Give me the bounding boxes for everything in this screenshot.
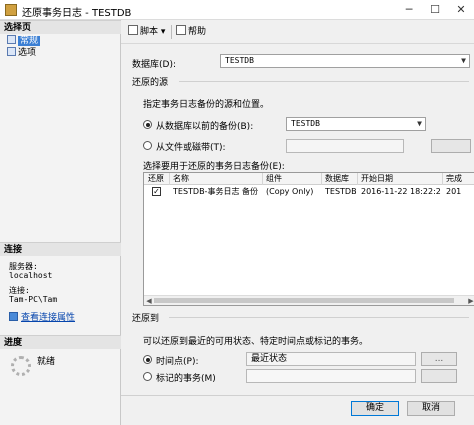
page-icon	[7, 35, 16, 44]
cell-start-date: 2016-11-22 18:22:28	[361, 187, 441, 196]
window-title: 还原事务日志 - TESTDB	[22, 8, 132, 19]
column-separator	[442, 173, 443, 185]
backup-sets-grid: 还原 名称 组件 数据库 开始日期 完成 ✓ TESTDB-事务日志 备份 (C…	[143, 172, 474, 306]
script-label: 脚本	[140, 27, 159, 37]
column-separator	[169, 173, 170, 185]
progress-header: 进度	[0, 335, 121, 349]
script-button[interactable]: 脚本 ▾	[128, 25, 165, 39]
from-previous-backup-radio[interactable]	[143, 120, 152, 129]
from-file-label: 从文件或磁带(T):	[156, 143, 226, 153]
from-file-radio[interactable]	[143, 141, 152, 150]
view-connection-properties-link[interactable]: 查看连接属性	[9, 310, 75, 323]
database-select[interactable]: TESTDB ▼	[220, 54, 470, 68]
app-icon	[5, 4, 17, 16]
ok-button[interactable]: 确定	[351, 401, 399, 416]
connection-value: Tam-PC\Tam	[9, 295, 58, 304]
source-group-title: 还原的源	[132, 78, 169, 88]
properties-icon	[9, 312, 18, 321]
progress-status: 就绪	[37, 357, 56, 367]
table-row[interactable]: ✓ TESTDB-事务日志 备份 (Copy Only) TESTDB 2016…	[144, 185, 474, 198]
help-label: 帮助	[188, 27, 207, 37]
cell-database: TESTDB	[325, 187, 357, 196]
script-icon	[128, 25, 138, 35]
page-icon	[7, 47, 16, 56]
restore-to-instruction: 可以还原到最近的可用状态、特定时间点或标记的事务。	[143, 337, 369, 347]
column-header-name[interactable]: 名称	[173, 173, 189, 185]
chevron-down-icon: ▼	[417, 119, 422, 128]
point-in-time-label: 时间点(P):	[156, 357, 199, 367]
minimize-button[interactable]: ─	[396, 0, 422, 20]
marked-transaction-label: 标记的事务(M)	[156, 374, 216, 384]
from-previous-backup-label: 从数据库以前的备份(B):	[156, 122, 254, 132]
column-separator	[357, 173, 358, 185]
file-browse-button[interactable]	[431, 139, 471, 153]
main-panel: 脚本 ▾ 帮助 数据库(D): TESTDB ▼ 还原的源 指定事务日志备份的源和…	[121, 20, 474, 395]
grid-header: 还原 名称 组件 数据库 开始日期 完成	[144, 173, 474, 185]
file-path-input[interactable]	[286, 139, 404, 153]
close-button[interactable]: ✕	[448, 0, 474, 20]
source-group-divider	[179, 81, 469, 82]
restore-to-group-title: 还原到	[132, 314, 160, 324]
toolbar-separator	[171, 25, 172, 39]
restore-checkbox[interactable]: ✓	[152, 187, 161, 196]
page-item-general[interactable]: 常规	[7, 35, 41, 47]
connection-header: 连接	[0, 242, 121, 256]
cell-component: (Copy Only)	[266, 187, 314, 196]
scroll-left-icon[interactable]: ◀	[144, 296, 154, 305]
column-header-database[interactable]: 数据库	[325, 173, 349, 185]
source-instruction: 指定事务日志备份的源和位置。	[143, 100, 270, 110]
backup-sets-label: 选择要用于还原的事务日志备份(E):	[143, 162, 285, 172]
marked-transaction-browse-button[interactable]	[421, 369, 457, 383]
help-button[interactable]: 帮助	[176, 25, 206, 39]
dialog-footer: 确定 取消	[121, 395, 474, 425]
column-header-start-date[interactable]: 开始日期	[361, 173, 393, 185]
marked-transaction-input[interactable]	[246, 369, 416, 383]
server-value: localhost	[9, 271, 53, 280]
select-page-header: 选择页	[0, 20, 121, 34]
point-in-time-input[interactable]: 最近状态	[246, 352, 416, 366]
column-header-finish[interactable]: 完成	[446, 173, 474, 185]
scrollbar-thumb[interactable]	[154, 298, 454, 303]
title-bar: 还原事务日志 - TESTDB ─ ☐ ✕	[0, 0, 474, 20]
toolbar: 脚本 ▾ 帮助	[121, 20, 474, 44]
progress-spinner-icon	[11, 356, 31, 376]
help-icon	[176, 25, 186, 35]
previous-backup-select[interactable]: TESTDB ▼	[286, 117, 426, 131]
chevron-down-icon: ▼	[461, 56, 466, 65]
horizontal-scrollbar[interactable]: ◀ ▶	[144, 295, 474, 305]
maximize-button[interactable]: ☐	[422, 0, 448, 20]
database-label: 数据库(D):	[132, 60, 176, 70]
column-header-restore[interactable]: 还原	[148, 173, 164, 185]
view-connection-properties-label: 查看连接属性	[21, 313, 76, 323]
page-item-label: 常规	[18, 36, 41, 46]
page-item-label: 选项	[18, 48, 37, 58]
scroll-right-icon[interactable]: ▶	[466, 296, 474, 305]
cell-name: TESTDB-事务日志 备份	[173, 187, 258, 196]
column-header-component[interactable]: 组件	[266, 173, 282, 185]
left-pane: 选择页 常规 选项 连接 服务器: localhost 连接: Tam-PC\T…	[0, 20, 121, 425]
marked-transaction-radio[interactable]	[143, 372, 152, 381]
column-separator	[321, 173, 322, 185]
point-in-time-radio[interactable]	[143, 355, 152, 364]
page-item-options[interactable]: 选项	[7, 47, 36, 59]
restore-to-group-divider	[169, 317, 469, 318]
cell-finish: 201	[446, 187, 462, 196]
database-select-value: TESTDB	[225, 56, 254, 65]
chevron-down-icon[interactable]: ▾	[161, 27, 166, 37]
column-separator	[262, 173, 263, 185]
point-in-time-browse-button[interactable]: ...	[421, 352, 457, 366]
previous-backup-value: TESTDB	[291, 119, 320, 128]
cancel-button[interactable]: 取消	[407, 401, 455, 416]
